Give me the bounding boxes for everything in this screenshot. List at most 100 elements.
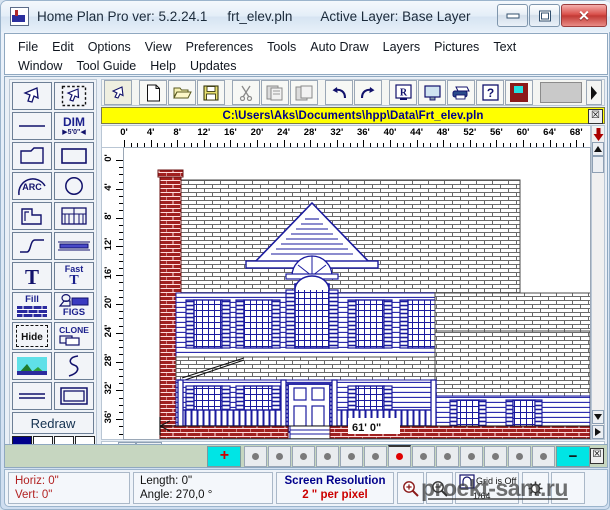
figures-tool[interactable]: FIGS (54, 292, 94, 320)
path-close-button[interactable]: ☒ (588, 109, 603, 124)
close-icon: ✕ (578, 7, 590, 23)
ruler-tick-label: 36' (356, 127, 370, 138)
hide-tool-label: Hide (21, 332, 43, 343)
settings-button[interactable] (522, 472, 549, 504)
toolbar-expand-arrow[interactable] (586, 80, 602, 105)
grid-panel[interactable]: Grid is Off 1/64 (455, 472, 519, 504)
drawing-canvas[interactable]: 61' 0" (123, 147, 591, 440)
status-extra-panel (551, 472, 585, 504)
point-button-12[interactable] (508, 445, 532, 467)
menu-window[interactable]: Window (11, 58, 69, 74)
ruler-tick-label: 56' (489, 127, 503, 138)
freehand-tool[interactable] (54, 352, 94, 380)
maximize-button[interactable] (529, 4, 560, 27)
arc-tool[interactable]: ARC (12, 172, 52, 200)
point-button-1[interactable] (244, 445, 268, 467)
ruler-tick (523, 140, 524, 147)
close-button[interactable]: ✕ (561, 4, 607, 27)
copy-button[interactable] (261, 80, 289, 105)
ruler-tick (416, 140, 418, 147)
redo-button[interactable] (354, 80, 382, 105)
undo-button[interactable] (325, 80, 353, 105)
help-question-button[interactable]: ? (476, 80, 504, 105)
wall-tool[interactable] (12, 142, 52, 170)
frame-tool[interactable] (54, 382, 94, 410)
window-tool[interactable] (54, 202, 94, 230)
menu-view[interactable]: View (138, 39, 179, 55)
point-button-8[interactable] (412, 445, 436, 467)
point-button-11[interactable] (484, 445, 508, 467)
menu-pictures[interactable]: Pictures (427, 39, 486, 55)
menu-layers[interactable]: Layers (376, 39, 428, 55)
point-button-6[interactable] (364, 445, 388, 467)
menu-edit[interactable]: Edit (45, 39, 81, 55)
fast-text-tool[interactable]: Fast T (54, 262, 94, 290)
new-file-button[interactable] (139, 80, 167, 105)
monitor-button[interactable] (418, 80, 446, 105)
redraw-button[interactable]: Redraw (12, 412, 94, 434)
curve-tool[interactable] (12, 232, 52, 260)
menu-options[interactable]: Options (81, 39, 138, 55)
point-button-13[interactable] (532, 445, 556, 467)
menu-tool-guide[interactable]: Tool Guide (69, 58, 143, 74)
fill-tool[interactable]: Fill (12, 292, 52, 320)
text-tool[interactable]: T (12, 262, 52, 290)
menu-file[interactable]: File (11, 39, 45, 55)
menu-updates[interactable]: Updates (183, 58, 244, 74)
ruler-tick (230, 140, 232, 147)
zoom-in-button[interactable] (397, 472, 424, 504)
clone-tool[interactable]: CLONE (54, 322, 94, 350)
dimension-tool[interactable]: DIM ▶ 5'0" ◀ (54, 112, 94, 140)
point-button-10[interactable] (460, 445, 484, 467)
dot-icon (276, 452, 284, 460)
ruler-tick (116, 304, 123, 305)
rectangle-tool[interactable] (54, 142, 94, 170)
save-button[interactable] (197, 80, 225, 105)
point-button-5[interactable] (340, 445, 364, 467)
ruler-tick (116, 160, 123, 161)
vertical-scroll-thumb[interactable] (592, 156, 604, 173)
strip-close-button[interactable]: ☒ (590, 448, 604, 464)
line-tool[interactable] (12, 112, 52, 140)
beam-tool[interactable] (54, 232, 94, 260)
point-button-4[interactable] (316, 445, 340, 467)
exit-door-button[interactable] (505, 80, 533, 105)
ruler-tick-label: 24' (103, 324, 114, 338)
add-point-button[interactable]: + (207, 445, 242, 467)
scroll-up-button[interactable] (592, 142, 604, 156)
select-region-tool[interactable] (54, 82, 94, 110)
palette-row (12, 142, 94, 170)
coordinates-panel: Horiz: 0" Vert: 0" (8, 472, 130, 504)
print-button[interactable] (447, 80, 475, 105)
toolbar-combo[interactable] (540, 82, 582, 103)
menu-text[interactable]: Text (486, 39, 523, 55)
open-folder-button[interactable] (168, 80, 196, 105)
vertical-scrollbar[interactable] (591, 125, 605, 440)
point-button-2[interactable] (268, 445, 292, 467)
menu-tools[interactable]: Tools (260, 39, 303, 55)
room-tool[interactable] (12, 202, 52, 230)
point-button-7-active[interactable] (388, 445, 412, 467)
ruler-tick (443, 140, 445, 147)
zoom-out-button[interactable] (426, 472, 453, 504)
menu-help[interactable]: Help (143, 58, 183, 74)
point-button-3[interactable] (292, 445, 316, 467)
double-line-tool[interactable] (12, 382, 52, 410)
scroll-corner-icon[interactable] (592, 425, 604, 439)
cut-button[interactable] (232, 80, 260, 105)
redraw-r-button[interactable]: R (389, 80, 417, 105)
minimize-button[interactable] (497, 4, 528, 27)
paste-button[interactable] (290, 80, 318, 105)
arrow-select-button[interactable] (104, 80, 132, 105)
circle-tool[interactable] (54, 172, 94, 200)
menu-preferences[interactable]: Preferences (179, 39, 260, 55)
scroll-down-button[interactable] (592, 410, 604, 424)
point-button-9[interactable] (436, 445, 460, 467)
ruler-tick (257, 140, 258, 147)
ruler-tick (576, 140, 578, 147)
select-arrow-tool[interactable] (12, 82, 52, 110)
menu-auto-draw[interactable]: Auto Draw (303, 39, 375, 55)
remove-point-button[interactable]: − (556, 445, 591, 467)
picture-tool[interactable] (12, 352, 52, 380)
hide-tool[interactable]: Hide (12, 322, 52, 350)
